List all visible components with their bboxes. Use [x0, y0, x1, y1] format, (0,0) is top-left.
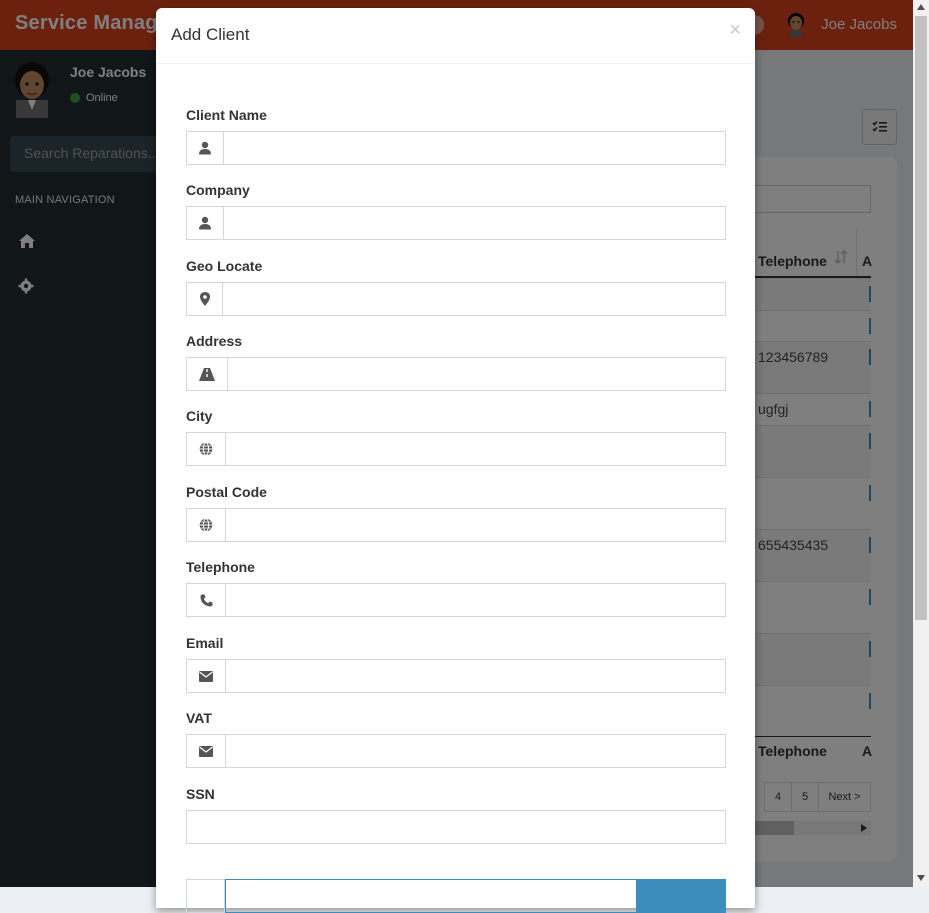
- email-input-group: [186, 659, 726, 693]
- form-group-email: Email: [186, 635, 726, 693]
- address-label: Address: [186, 333, 243, 349]
- geo-locate-input-group: [186, 282, 726, 316]
- modal-title: Add Client: [171, 25, 250, 44]
- postal-code-label: Postal Code: [186, 484, 267, 500]
- vat-input-group: [186, 734, 726, 768]
- geo-locate-input[interactable]: [223, 283, 725, 315]
- form-group-telephone: Telephone: [186, 559, 726, 617]
- form-group-city: City: [186, 408, 726, 466]
- user-icon: [187, 132, 224, 164]
- client-name-input-group: [186, 131, 726, 165]
- client-name-input[interactable]: [224, 132, 725, 164]
- company-label: Company: [186, 182, 250, 198]
- partial-input[interactable]: [225, 879, 637, 913]
- partial-addon: [186, 879, 225, 913]
- company-input[interactable]: [224, 207, 725, 239]
- telephone-label: Telephone: [186, 559, 255, 575]
- add-client-modal: Add Client × Client Name Company Geo Loc…: [156, 8, 755, 913]
- company-input-group: [186, 206, 726, 240]
- envelope-icon: [187, 660, 226, 692]
- road-icon: [187, 358, 228, 390]
- form-group-ssn: SSN: [186, 786, 726, 844]
- modal-header: Add Client ×: [156, 8, 755, 64]
- telephone-input[interactable]: [226, 584, 725, 616]
- map-marker-icon: [187, 283, 223, 315]
- form-group-address: Address: [186, 333, 726, 391]
- phone-icon: [187, 584, 226, 616]
- client-name-label: Client Name: [186, 107, 267, 123]
- form-group-geo-locate: Geo Locate: [186, 258, 726, 316]
- globe-icon: [187, 509, 226, 541]
- form-group-vat: VAT: [186, 710, 726, 768]
- address-input-group: [186, 357, 726, 391]
- partial-button[interactable]: [637, 879, 726, 913]
- postal-code-input[interactable]: [226, 509, 725, 541]
- telephone-input-group: [186, 583, 726, 617]
- postal-code-input-group: [186, 508, 726, 542]
- close-button[interactable]: ×: [729, 20, 741, 40]
- scroll-down-icon[interactable]: [917, 875, 925, 881]
- vertical-scrollbar-thumb[interactable]: [915, 16, 927, 620]
- address-input[interactable]: [228, 358, 725, 390]
- email-input[interactable]: [226, 660, 725, 692]
- envelope-icon: [187, 735, 226, 767]
- globe-icon: [187, 433, 226, 465]
- vat-label: VAT: [186, 710, 212, 726]
- user-icon: [187, 207, 224, 239]
- city-label: City: [186, 408, 213, 424]
- city-input-group: [186, 432, 726, 466]
- ssn-input[interactable]: [186, 810, 726, 844]
- scroll-up-icon[interactable]: [917, 4, 925, 10]
- geo-locate-label: Geo Locate: [186, 258, 263, 274]
- email-label: Email: [186, 635, 224, 651]
- ssn-label: SSN: [186, 786, 215, 802]
- form-group-client-name: Client Name: [186, 107, 726, 165]
- vertical-scrollbar[interactable]: [913, 0, 929, 887]
- form-group-postal-code: Postal Code: [186, 484, 726, 542]
- city-input[interactable]: [226, 433, 725, 465]
- vat-input[interactable]: [226, 735, 725, 767]
- form-group-company: Company: [186, 182, 726, 240]
- partial-form-row: [186, 879, 726, 913]
